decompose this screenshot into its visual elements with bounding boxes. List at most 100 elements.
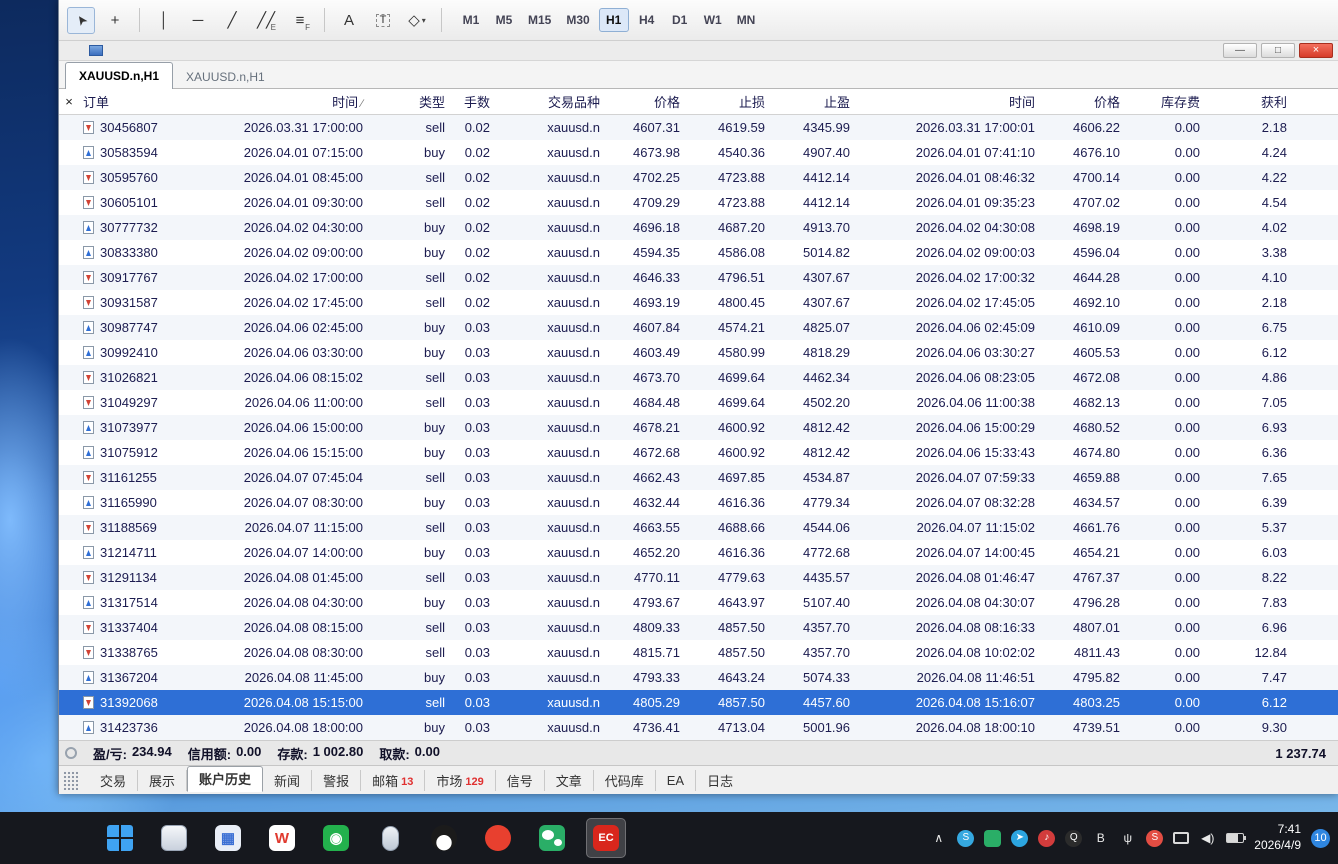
text-tool-icon[interactable]: A [335, 7, 363, 34]
table-row[interactable]: 31392068 2026.04.08 15:15:00 sell 0.03 xauus… [59, 690, 1338, 715]
panel-close-icon[interactable]: × [61, 93, 77, 110]
bottom-tab-邮箱[interactable]: 邮箱 13 [361, 769, 426, 791]
battery-icon[interactable] [1226, 833, 1247, 843]
table-row[interactable]: 30456807 2026.03.31 17:00:00 sell 0.02 xauus… [59, 115, 1338, 140]
column-header-7[interactable]: 止盈 [771, 92, 856, 111]
timeframe-m30[interactable]: M30 [560, 8, 595, 32]
column-header-9[interactable]: 价格 [1041, 92, 1126, 111]
table-row[interactable]: 31367204 2026.04.08 11:45:00 buy 0.03 xauusd… [59, 665, 1338, 690]
bottom-tab-日志[interactable]: 日志 [696, 770, 744, 791]
column-header-2[interactable]: 类型 [369, 92, 451, 111]
minimize-button[interactable]: — [1223, 43, 1257, 58]
table-row[interactable]: 31049297 2026.04.06 11:00:00 sell 0.03 xauus… [59, 390, 1338, 415]
qq-tray-icon[interactable]: Q [1065, 829, 1083, 847]
bottom-tab-市场[interactable]: 市场 129 [425, 769, 496, 791]
panel-grip[interactable] [63, 771, 78, 790]
table-row[interactable]: 30917767 2026.04.02 17:00:00 sell 0.02 xauus… [59, 265, 1338, 290]
red-circle-app-icon[interactable] [478, 818, 518, 858]
cursor-tool-icon[interactable]: ➤ [67, 6, 95, 34]
bottom-tab-展示[interactable]: 展示 [138, 769, 188, 791]
column-header-5[interactable]: 价格 [606, 92, 686, 111]
mouse-utility-icon[interactable] [370, 818, 410, 858]
table-row[interactable]: 30987747 2026.04.06 02:45:00 buy 0.03 xauusd… [59, 315, 1338, 340]
column-header-1[interactable]: 时间 ∕ [189, 92, 369, 111]
table-row[interactable]: 31291134 2026.04.08 01:45:00 sell 0.03 xauus… [59, 565, 1338, 590]
table-row[interactable]: 31338765 2026.04.08 08:30:00 sell 0.03 xauus… [59, 640, 1338, 665]
timeframe-m1[interactable]: M1 [456, 8, 486, 32]
monitor-icon[interactable] [1173, 832, 1190, 844]
bottom-tab-账户历史[interactable]: 账户历史 [187, 765, 264, 792]
green-app-icon[interactable]: ◉ [316, 818, 356, 858]
timeframe-m5[interactable]: M5 [489, 8, 519, 32]
table-row[interactable]: 30595760 2026.04.01 08:45:00 sell 0.02 xauus… [59, 165, 1338, 190]
hidden-icons-chevron[interactable]: ∧ [930, 830, 947, 847]
bottom-tab-警报[interactable]: 警报 [312, 769, 362, 791]
table-row[interactable]: 31317514 2026.04.08 04:30:00 buy 0.03 xauusd… [59, 590, 1338, 615]
wps-icon[interactable]: W [262, 818, 302, 858]
timeframe-m15[interactable]: M15 [522, 8, 557, 32]
wechat-tray-icon[interactable] [984, 829, 1002, 847]
table-row[interactable]: 30583594 2026.04.01 07:15:00 buy 0.02 xauusd… [59, 140, 1338, 165]
vertical-line-tool-icon[interactable]: │ [150, 7, 178, 34]
timeframe-h4[interactable]: H4 [632, 8, 662, 32]
table-row[interactable]: 31026821 2026.04.06 08:15:02 sell 0.03 xauus… [59, 365, 1338, 390]
volume-icon[interactable]: ◀) [1199, 830, 1216, 847]
column-header-11[interactable]: 获利 [1206, 92, 1293, 111]
bottom-tab-新闻[interactable]: 新闻 [263, 769, 313, 791]
column-header-0[interactable]: 订单 [59, 92, 189, 111]
column-header-6[interactable]: 止损 [686, 92, 771, 111]
table-row[interactable]: 31423736 2026.04.08 18:00:00 buy 0.03 xauusd… [59, 715, 1338, 740]
table-row[interactable]: 30777732 2026.04.02 04:30:00 buy 0.02 xauusd… [59, 215, 1338, 240]
table-row[interactable]: 31161255 2026.04.07 07:45:04 sell 0.03 xauus… [59, 465, 1338, 490]
column-header-4[interactable]: 交易品种 [496, 92, 606, 111]
horizontal-line-tool-icon[interactable]: ─ [184, 7, 212, 34]
ec-app-icon[interactable]: EC [586, 818, 626, 858]
bottom-tab-EA[interactable]: EA [656, 769, 697, 791]
start-button[interactable] [100, 818, 140, 858]
wechat-icon[interactable] [532, 818, 572, 858]
music-app-icon[interactable]: ♪ [1038, 829, 1056, 847]
notification-count-badge[interactable]: 10 [1311, 828, 1330, 848]
table-row[interactable]: 30931587 2026.04.02 17:45:00 sell 0.02 xauus… [59, 290, 1338, 315]
chart-tab-2[interactable]: XAUUSD.n,H1 [173, 65, 278, 88]
label-tool-icon[interactable]: T [369, 7, 397, 34]
table-row[interactable]: 30605101 2026.04.01 09:30:00 sell 0.02 xauus… [59, 190, 1338, 215]
telegram-icon[interactable]: ➤ [1011, 829, 1029, 847]
bottom-tab-代码库[interactable]: 代码库 [594, 769, 656, 791]
shapes-tool-icon[interactable]: ◇ ▾ [403, 7, 431, 34]
bottom-tab-文章[interactable]: 文章 [545, 769, 594, 791]
table-row[interactable]: 31075912 2026.04.06 15:15:00 buy 0.03 xauusd… [59, 440, 1338, 465]
column-header-10[interactable]: 库存费 [1126, 92, 1206, 111]
timeframe-d1[interactable]: D1 [665, 8, 695, 32]
calculator-icon[interactable]: ▦ [208, 818, 248, 858]
timeframe-h1[interactable]: H1 [598, 8, 629, 32]
table-row[interactable]: 30992410 2026.04.06 03:30:00 buy 0.03 xauusd… [59, 340, 1338, 365]
fibonacci-tool-icon[interactable]: ≡ F [286, 7, 314, 34]
stream-app-icon[interactable]: S [1146, 829, 1164, 847]
channel-tool-icon[interactable]: ╱╱ E [252, 7, 280, 34]
skype-icon[interactable]: S [957, 829, 975, 847]
timeframe-mn[interactable]: MN [731, 8, 762, 32]
bottom-tab-信号[interactable]: 信号 [496, 769, 545, 791]
table-row[interactable]: 31337404 2026.04.08 08:15:00 sell 0.03 xauus… [59, 615, 1338, 640]
table-row[interactable]: 31165990 2026.04.07 08:30:00 buy 0.03 xauusd… [59, 490, 1338, 515]
close-button[interactable]: × [1299, 43, 1333, 58]
table-row[interactable]: 31188569 2026.04.07 11:15:00 sell 0.03 xauus… [59, 515, 1338, 540]
column-header-8[interactable]: 时间 [856, 92, 1041, 111]
timeframe-w1[interactable]: W1 [698, 8, 728, 32]
crosshair-tool-icon[interactable]: + [101, 7, 129, 34]
chart-tab-1[interactable]: XAUUSD.n,H1 [65, 62, 174, 89]
table-row[interactable]: 31073977 2026.04.06 15:00:00 buy 0.03 xauusd… [59, 415, 1338, 440]
bluetooth-icon[interactable]: B [1092, 830, 1109, 847]
restore-button[interactable]: □ [1261, 43, 1295, 58]
trendline-tool-icon[interactable]: ╱ [218, 7, 246, 34]
bottom-tab-交易[interactable]: 交易 [89, 769, 139, 791]
usb-icon[interactable]: ψ [1119, 830, 1136, 847]
table-row[interactable]: 31214711 2026.04.07 14:00:00 buy 0.03 xauusd… [59, 540, 1338, 565]
qq-icon[interactable] [424, 818, 464, 858]
table-row[interactable]: 30833380 2026.04.02 09:00:00 buy 0.02 xauusd… [59, 240, 1338, 265]
file-explorer-icon[interactable] [154, 818, 194, 858]
taskbar-clock[interactable]: 7:41 2026/4/9 [1254, 822, 1301, 853]
column-header-3[interactable]: 手数 [451, 92, 496, 111]
order-type-icon [83, 171, 94, 184]
